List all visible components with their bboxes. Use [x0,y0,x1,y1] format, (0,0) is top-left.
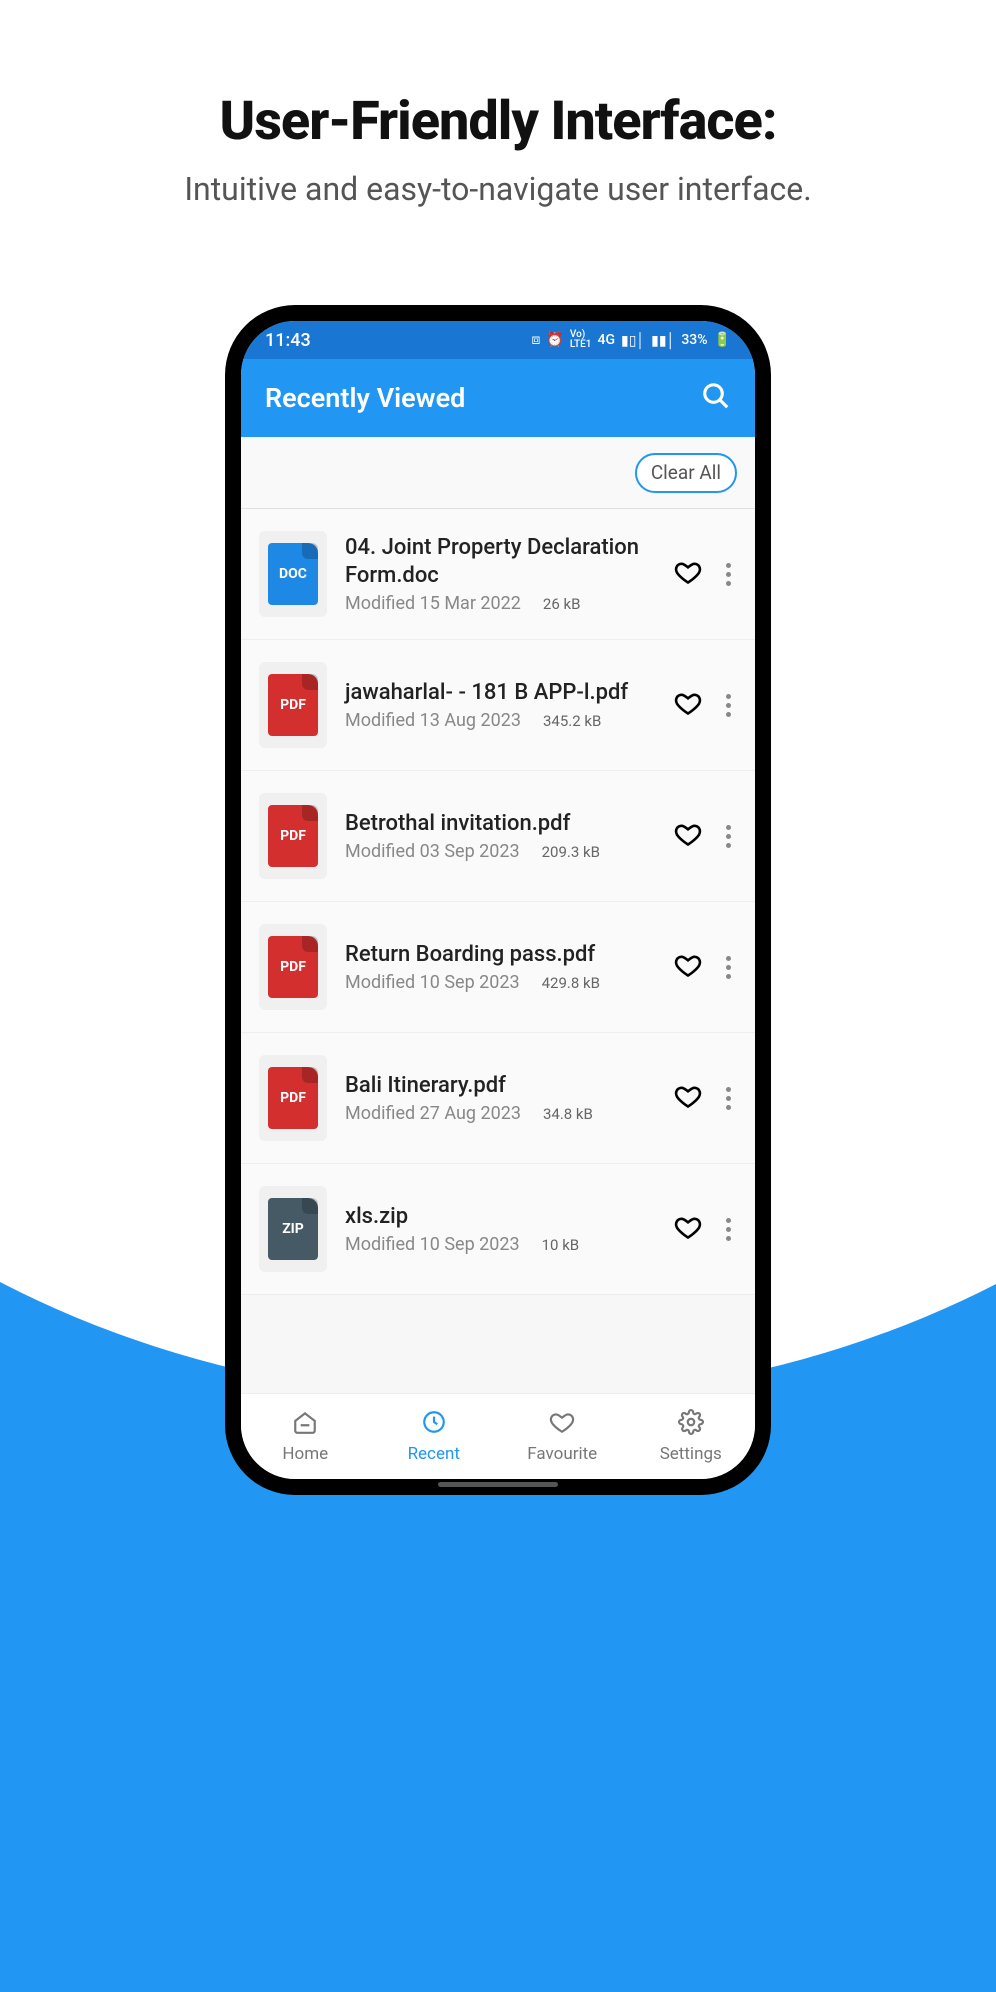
more-icon[interactable] [720,1081,737,1116]
phone-screen: 11:43 ⧈ ⏰ Vo)LTE1 4G ▮▯│ ▮▮│ 33% 🔋 Recen… [241,321,755,1479]
camera-icon: ⧈ [532,332,541,348]
status-time: 11:43 [265,330,311,351]
nav-label: Home [282,1444,328,1464]
doc-icon: DOC [259,531,327,617]
network-icon: 4G [597,332,615,348]
file-size: 345.2 kB [543,712,601,730]
file-name: xls.zip [345,1203,656,1231]
phone-frame: 11:43 ⧈ ⏰ Vo)LTE1 4G ▮▯│ ▮▮│ 33% 🔋 Recen… [225,305,771,1495]
file-modified: Modified 03 Sep 2023 [345,841,520,862]
zip-icon: ZIP [259,1186,327,1272]
file-modified: Modified 15 Mar 2022 [345,593,521,614]
file-name: jawaharlal- - 181 B APP-l.pdf [345,679,656,707]
marketing-title: User-Friendly Interface: [0,90,996,153]
file-modified: Modified 10 Sep 2023 [345,972,520,993]
nav-recent[interactable]: Recent [370,1394,499,1479]
bottom-nav: Home Recent Favourite Settings [241,1393,755,1479]
heart-icon [549,1409,575,1440]
home-icon [292,1409,318,1440]
pdf-icon: PDF [259,662,327,748]
list-item[interactable]: PDF Bali Itinerary.pdf Modified 27 Aug 2… [241,1033,755,1164]
more-icon[interactable] [720,950,737,985]
favourite-icon[interactable] [674,689,702,721]
battery-text: 33% [681,332,707,348]
file-name: Return Boarding pass.pdf [345,941,656,969]
app-bar: Recently Viewed [241,359,755,437]
list-item[interactable]: PDF Return Boarding pass.pdf Modified 10… [241,902,755,1033]
file-name: Betrothal invitation.pdf [345,810,656,838]
favourite-icon[interactable] [674,951,702,983]
nav-label: Recent [408,1444,460,1464]
status-bar: 11:43 ⧈ ⏰ Vo)LTE1 4G ▮▯│ ▮▮│ 33% 🔋 [241,321,755,359]
file-modified: Modified 13 Aug 2023 [345,710,521,731]
file-size: 34.8 kB [543,1105,593,1123]
battery-icon: 🔋 [714,332,731,348]
nav-home[interactable]: Home [241,1394,370,1479]
status-icons: ⧈ ⏰ Vo)LTE1 4G ▮▯│ ▮▮│ 33% 🔋 [532,330,731,350]
more-icon[interactable] [720,1212,737,1247]
file-size: 26 kB [543,595,581,613]
marketing-subtitle: Intuitive and easy-to-navigate user inte… [0,170,996,208]
alarm-icon: ⏰ [546,332,563,348]
nav-label: Settings [660,1444,722,1464]
file-size: 429.8 kB [542,974,600,992]
list-item[interactable]: DOC 04. Joint Property Declaration Form.… [241,509,755,640]
favourite-icon[interactable] [674,558,702,590]
pdf-icon: PDF [259,793,327,879]
file-name: 04. Joint Property Declaration Form.doc [345,534,656,589]
clock-icon [421,1409,447,1440]
file-list: DOC 04. Joint Property Declaration Form.… [241,509,755,1393]
favourite-icon[interactable] [674,1082,702,1114]
signal-icon-2: ▮▮│ [651,332,675,349]
gear-icon [678,1409,704,1440]
list-item[interactable]: PDF jawaharlal- - 181 B APP-l.pdf Modifi… [241,640,755,771]
file-modified: Modified 27 Aug 2023 [345,1103,521,1124]
nav-favourite[interactable]: Favourite [498,1394,627,1479]
screen-title: Recently Viewed [265,382,465,414]
more-icon[interactable] [720,819,737,854]
sub-bar: Clear All [241,437,755,509]
favourite-icon[interactable] [674,1213,702,1245]
nav-label: Favourite [527,1444,597,1464]
signal-icon: ▮▯│ [621,332,645,349]
nav-settings[interactable]: Settings [627,1394,756,1479]
list-item[interactable]: ZIP xls.zip Modified 10 Sep 2023 10 kB [241,1164,755,1295]
clear-all-button[interactable]: Clear All [635,453,737,493]
file-name: Bali Itinerary.pdf [345,1072,656,1100]
more-icon[interactable] [720,557,737,592]
favourite-icon[interactable] [674,820,702,852]
file-size: 10 kB [542,1236,580,1254]
volte-icon: Vo)LTE1 [570,330,592,350]
file-modified: Modified 10 Sep 2023 [345,1234,520,1255]
list-item[interactable]: PDF Betrothal invitation.pdf Modified 03… [241,771,755,902]
search-icon[interactable] [701,381,731,415]
file-size: 209.3 kB [542,843,600,861]
pdf-icon: PDF [259,1055,327,1141]
more-icon[interactable] [720,688,737,723]
pdf-icon: PDF [259,924,327,1010]
